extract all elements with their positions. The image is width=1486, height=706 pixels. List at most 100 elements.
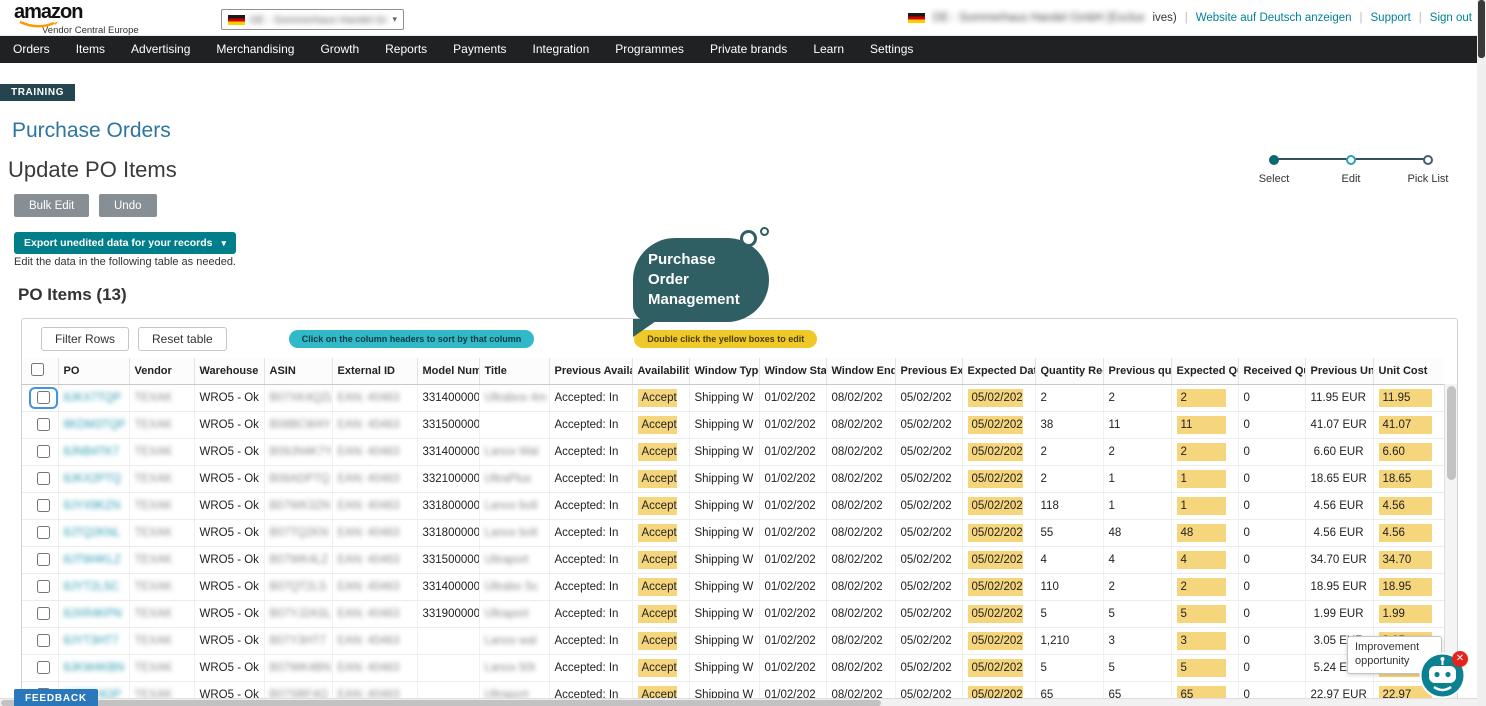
- support-link[interactable]: Support: [1371, 12, 1411, 24]
- row-checkbox[interactable]: [37, 445, 50, 458]
- unit-cost-editable-cell[interactable]: 18.95: [1379, 578, 1433, 596]
- nav-item-settings[interactable]: Settings: [857, 36, 926, 63]
- availability-editable-cell[interactable]: Accepted: In: [638, 470, 677, 488]
- availability-editable-cell[interactable]: Accepted: In: [638, 632, 677, 650]
- nav-item-merchandising[interactable]: Merchandising: [203, 36, 307, 63]
- unit-cost-editable-cell[interactable]: 1.99: [1379, 605, 1433, 623]
- unit-cost-editable-cell[interactable]: 4.56: [1379, 524, 1433, 542]
- availability-editable-cell[interactable]: Accepted: In: [638, 659, 677, 677]
- expected-quantity-editable-cell[interactable]: 11: [1177, 416, 1226, 434]
- export-unedited-data-button[interactable]: Export unedited data for your records ▾: [14, 232, 236, 254]
- expected-date-editable-cell[interactable]: 05/02/202: [968, 497, 1023, 515]
- feedback-button[interactable]: FEEDBACK: [14, 689, 98, 706]
- availability-editable-cell[interactable]: Accepted: In: [638, 605, 677, 623]
- col-header-previous-unit-cost[interactable]: Previous Unit Cost: [1305, 358, 1373, 384]
- expected-quantity-editable-cell[interactable]: 1: [1177, 497, 1226, 515]
- expected-date-editable-cell[interactable]: 05/02/202: [968, 632, 1023, 650]
- expected-quantity-editable-cell[interactable]: 5: [1177, 659, 1226, 677]
- nav-item-advertising[interactable]: Advertising: [118, 36, 203, 63]
- nav-item-items[interactable]: Items: [63, 36, 118, 63]
- expected-date-editable-cell[interactable]: 05/02/202: [968, 551, 1023, 569]
- window-vertical-scrollbar[interactable]: [1477, 0, 1486, 706]
- po-link[interactable]: 8JYX9KZN: [64, 500, 121, 512]
- row-checkbox[interactable]: [37, 580, 50, 593]
- po-link[interactable]: 8JKX7TQP: [64, 392, 122, 404]
- nav-item-private-brands[interactable]: Private brands: [697, 36, 800, 63]
- po-link[interactable]: 8JXR4KPN: [64, 608, 122, 620]
- row-checkbox[interactable]: [37, 472, 50, 485]
- expected-quantity-editable-cell[interactable]: 2: [1177, 443, 1226, 461]
- expected-quantity-editable-cell[interactable]: 2: [1177, 389, 1226, 407]
- scrollbar-thumb[interactable]: [1, 700, 881, 706]
- row-checkbox[interactable]: [37, 661, 50, 674]
- col-header-window-end[interactable]: Window End: [826, 358, 895, 384]
- row-checkbox[interactable]: [37, 553, 50, 566]
- select-all-checkbox[interactable]: [31, 363, 44, 376]
- nav-item-reports[interactable]: Reports: [372, 36, 440, 63]
- col-header-external-id[interactable]: External ID: [332, 358, 417, 384]
- scrollbar-thumb[interactable]: [1478, 0, 1485, 58]
- reset-table-button[interactable]: Reset table: [138, 327, 227, 351]
- row-checkbox[interactable]: [37, 391, 50, 404]
- col-header-po[interactable]: PO: [58, 358, 129, 384]
- row-checkbox[interactable]: [37, 418, 50, 431]
- po-link[interactable]: 8JKX2PTQ: [64, 473, 122, 485]
- expected-quantity-editable-cell[interactable]: 4: [1177, 551, 1226, 569]
- col-header-window-start[interactable]: Window Start: [759, 358, 826, 384]
- expected-quantity-editable-cell[interactable]: 1: [1177, 470, 1226, 488]
- expected-date-editable-cell[interactable]: 05/02/202: [968, 659, 1023, 677]
- amazon-logo[interactable]: amazon Vendor Central Europe: [14, 3, 139, 36]
- expected-date-editable-cell[interactable]: 05/02/202: [968, 605, 1023, 623]
- unit-cost-editable-cell[interactable]: 6.60: [1379, 443, 1433, 461]
- nav-item-integration[interactable]: Integration: [520, 36, 603, 63]
- expected-date-editable-cell[interactable]: 05/02/202: [968, 443, 1023, 461]
- availability-editable-cell[interactable]: Accepted: In: [638, 578, 677, 596]
- availability-editable-cell[interactable]: Accepted: In: [638, 497, 677, 515]
- availability-editable-cell[interactable]: Accepted: In: [638, 389, 677, 407]
- expected-quantity-editable-cell[interactable]: 5: [1177, 605, 1226, 623]
- chevron-down-icon[interactable]: ⌄: [60, 85, 68, 96]
- expected-quantity-editable-cell[interactable]: 2: [1177, 578, 1226, 596]
- nav-item-learn[interactable]: Learn: [800, 36, 857, 63]
- nav-item-payments[interactable]: Payments: [440, 36, 519, 63]
- col-header-unit-cost[interactable]: Unit Cost: [1373, 358, 1444, 384]
- col-header-vendor[interactable]: Vendor: [129, 358, 194, 384]
- col-header-warehouse[interactable]: Warehouse: [194, 358, 264, 384]
- col-header-title[interactable]: Title: [479, 358, 549, 384]
- po-link[interactable]: 8JKW4KBN: [64, 662, 125, 674]
- availability-editable-cell[interactable]: Accepted: In: [638, 524, 677, 542]
- expected-quantity-editable-cell[interactable]: 48: [1177, 524, 1226, 542]
- expected-date-editable-cell[interactable]: 05/02/202: [968, 524, 1023, 542]
- availability-editable-cell[interactable]: Accepted: In: [638, 551, 677, 569]
- expected-quantity-editable-cell[interactable]: 3: [1177, 632, 1226, 650]
- undo-button[interactable]: Undo: [99, 194, 157, 217]
- po-link[interactable]: 8JYT3HT7: [64, 635, 119, 647]
- unit-cost-editable-cell[interactable]: 41.07: [1379, 416, 1433, 434]
- unit-cost-editable-cell[interactable]: 34.70: [1379, 551, 1433, 569]
- col-header-previous-availability[interactable]: Previous Availability: [549, 358, 632, 384]
- unit-cost-editable-cell[interactable]: 18.65: [1379, 470, 1433, 488]
- col-header-previous-expected[interactable]: Previous Expected: [895, 358, 962, 384]
- horizontal-scrollbar[interactable]: [0, 698, 1486, 706]
- availability-editable-cell[interactable]: Accepted: In: [638, 416, 677, 434]
- col-header-expected-quantity[interactable]: Expected Quantity: [1171, 358, 1238, 384]
- nav-item-growth[interactable]: Growth: [307, 36, 372, 63]
- col-header-previous-quantity[interactable]: Previous quantity: [1103, 358, 1171, 384]
- po-link[interactable]: 8JNB4TK7: [64, 446, 120, 458]
- col-header-window-type[interactable]: Window Type: [689, 358, 759, 384]
- col-header-availability[interactable]: Availability: [632, 358, 689, 384]
- col-header-asin[interactable]: ASIN: [264, 358, 332, 384]
- row-checkbox[interactable]: [37, 526, 50, 539]
- po-link[interactable]: 8KDM3TQP: [64, 419, 126, 431]
- row-checkbox[interactable]: [37, 634, 50, 647]
- expected-date-editable-cell[interactable]: 05/02/202: [968, 389, 1023, 407]
- unit-cost-editable-cell[interactable]: 4.56: [1379, 497, 1433, 515]
- scrollbar-thumb[interactable]: [1447, 386, 1456, 480]
- expected-date-editable-cell[interactable]: 05/02/202: [968, 470, 1023, 488]
- po-link[interactable]: 8JTQ2KNL: [64, 527, 121, 539]
- po-link[interactable]: 8JYT2LSC: [64, 581, 120, 593]
- col-header-quantity-requested[interactable]: Quantity Requested: [1035, 358, 1103, 384]
- filter-rows-button[interactable]: Filter Rows: [41, 327, 129, 351]
- account-selector[interactable]: DE - Sommerhaus Handel GmbH (B ▾: [221, 9, 404, 30]
- availability-editable-cell[interactable]: Accepted: In: [638, 443, 677, 461]
